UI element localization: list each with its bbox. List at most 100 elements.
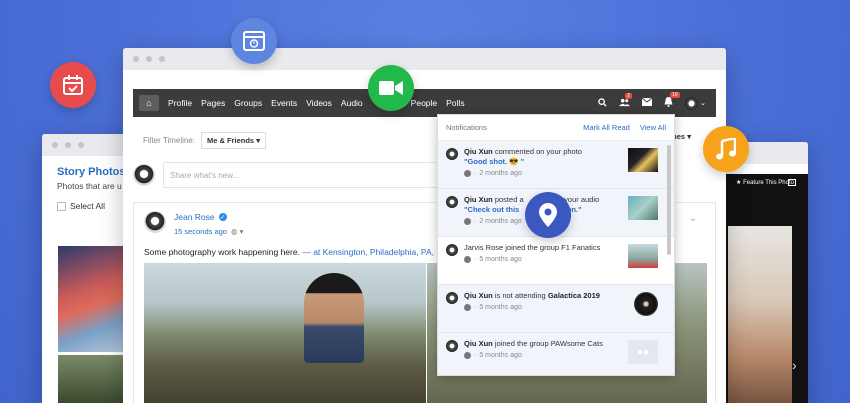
notifications-dropdown: Notifications Mark All Read View All Qiu… xyxy=(437,114,675,376)
notification-time: 2 months ago xyxy=(479,218,522,226)
avatar xyxy=(133,164,155,186)
friend-requests-icon[interactable]: 2 xyxy=(619,92,632,109)
window-dot xyxy=(52,142,58,148)
post-photo-subject xyxy=(304,273,364,363)
friend-requests-badge: 2 xyxy=(625,92,632,99)
select-all-checkbox[interactable] xyxy=(57,201,66,211)
home-icon: ⌂ xyxy=(146,98,152,108)
globe-icon xyxy=(464,218,471,226)
fullscreen-icon[interactable] xyxy=(788,179,796,186)
top-navbar: ⌂ Profile Pages Groups Events Videos Aud… xyxy=(133,89,716,117)
notifications-badge: 10 xyxy=(670,92,680,98)
avatar xyxy=(446,292,458,304)
notification-actor: Qiu Xun xyxy=(464,339,493,348)
browser-window-icon xyxy=(231,18,277,64)
notification-thumbnail xyxy=(628,148,658,172)
timeline-filter: Filter Timeline: Me & Friends ▾ xyxy=(143,132,266,149)
calendar-check-icon xyxy=(50,62,96,108)
globe-icon xyxy=(464,304,471,312)
post-text: Some photography work happening here. — … xyxy=(144,247,454,257)
chevron-right-icon[interactable]: › xyxy=(792,357,797,373)
notifications-title: Notifications xyxy=(446,123,487,132)
notification-time: 5 months ago xyxy=(479,256,522,264)
privacy-globe-icon[interactable]: ◍ ▾ xyxy=(231,227,243,236)
nav-item-people[interactable]: People xyxy=(411,98,437,108)
notification-action: commented on your photo xyxy=(494,147,582,156)
window-titlebar xyxy=(123,48,726,70)
avatar xyxy=(446,340,458,352)
notification-item[interactable]: Qiu Xun commented on your photo "Good sh… xyxy=(438,141,674,189)
view-all-link[interactable]: View All xyxy=(640,123,666,132)
location-pin-icon xyxy=(525,192,571,238)
star-icon: ★ xyxy=(736,180,742,186)
post-body: Some photography work happening here. xyxy=(144,247,300,257)
verified-icon: ✓ xyxy=(218,213,227,221)
post-location[interactable]: — at Kensington, Philadelphia, PA, USA xyxy=(302,247,454,257)
notification-item[interactable]: Qiu Xun joined the group PAWsome Cats · … xyxy=(438,333,674,375)
story-photo-thumbnail[interactable] xyxy=(58,246,128,352)
search-icon[interactable] xyxy=(598,97,607,109)
notification-time: 2 months ago xyxy=(479,170,522,178)
notification-action: posted a xyxy=(494,195,524,204)
notification-action: joined the group F1 Fanatics xyxy=(505,243,601,252)
notification-item[interactable]: Jarvis Rose joined the group F1 Fanatics… xyxy=(438,237,674,285)
notification-thumbnail xyxy=(634,292,658,316)
music-note-icon xyxy=(703,126,749,172)
filter-timeline-select[interactable]: Me & Friends ▾ xyxy=(201,132,266,149)
globe-icon xyxy=(464,256,471,264)
navbar-actions: 2 10 ⌄ xyxy=(598,89,706,117)
post-composer: Share what's new... xyxy=(133,160,438,190)
notification-thumbnail xyxy=(628,196,658,220)
share-input[interactable]: Share what's new... xyxy=(163,162,438,188)
window-dot xyxy=(146,56,152,62)
notification-action: is not attending xyxy=(494,291,546,300)
avatar xyxy=(446,244,458,256)
notification-actor: Qiu Xun xyxy=(464,147,493,156)
window-dot xyxy=(159,56,165,62)
notification-actor: Qiu Xun xyxy=(464,195,493,204)
avatar xyxy=(446,196,458,208)
notification-action: joined the group PAWsome Cats xyxy=(494,339,603,348)
post-photo[interactable] xyxy=(144,263,426,403)
account-menu[interactable]: ⌄ xyxy=(685,96,706,110)
nav-item-events[interactable]: Events xyxy=(271,98,297,108)
feature-photo-label[interactable]: ★ Feature This Photo xyxy=(736,179,794,186)
messages-icon[interactable] xyxy=(641,97,653,108)
video-camera-icon xyxy=(368,65,414,111)
caret-down-icon: ▾ xyxy=(687,132,691,141)
notification-actor: Qiu Xun xyxy=(464,291,493,300)
avatar xyxy=(685,96,699,110)
feature-photo-text: Feature This Photo xyxy=(743,180,794,186)
post-options-chevron-icon[interactable]: ⌄ xyxy=(689,213,697,224)
nav-item-groups[interactable]: Groups xyxy=(234,98,262,108)
post-author-name[interactable]: Jean Rose xyxy=(174,212,215,222)
avatar xyxy=(446,148,458,160)
nav-item-pages[interactable]: Pages xyxy=(201,98,225,108)
window-dot xyxy=(78,142,84,148)
nav-item-audio[interactable]: Audio xyxy=(341,98,363,108)
post-meta: 15 seconds ago ◍ ▾ xyxy=(174,227,243,236)
nav-item-videos[interactable]: Videos xyxy=(306,98,332,108)
notifications-scrollbar[interactable] xyxy=(667,145,671,255)
window-dot xyxy=(65,142,71,148)
notification-item[interactable]: Qiu Xun is not attending Galactica 2019 … xyxy=(438,285,674,333)
notification-time: 5 months ago xyxy=(479,304,522,312)
notification-thumbnail xyxy=(628,244,658,268)
notifications-header: Notifications Mark All Read View All xyxy=(438,115,674,141)
photo-viewer-window: ★ Feature This Photo › xyxy=(712,142,808,403)
notifications-bell-icon[interactable]: 10 xyxy=(664,92,680,109)
mark-all-read-link[interactable]: Mark All Read xyxy=(583,123,630,132)
caret-down-icon: ▾ xyxy=(256,136,260,145)
story-photo-thumbnail[interactable] xyxy=(58,355,128,403)
filter-timeline-label: Filter Timeline: xyxy=(143,136,196,145)
notification-actor: Jarvis Rose xyxy=(464,243,504,252)
home-button[interactable]: ⌂ xyxy=(139,95,159,111)
post-author-avatar[interactable] xyxy=(144,211,166,233)
notification-quote: "Good shot. 😎 " xyxy=(464,157,525,167)
notification-time: 5 months ago xyxy=(479,352,522,360)
post-author: Jean Rose ✓ xyxy=(174,212,227,222)
globe-icon xyxy=(464,352,471,360)
nav-item-polls[interactable]: Polls xyxy=(446,98,464,108)
nav-item-profile[interactable]: Profile xyxy=(168,98,192,108)
post-timestamp[interactable]: 15 seconds ago xyxy=(174,227,227,236)
